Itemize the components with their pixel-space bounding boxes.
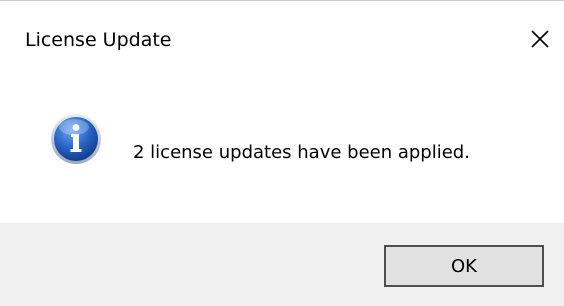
close-button[interactable] — [516, 16, 564, 60]
title-bar: License Update — [0, 0, 564, 80]
dialog-message: 2 license updates have been applied. — [133, 142, 470, 163]
information-icon — [51, 114, 101, 164]
close-icon — [531, 30, 549, 48]
license-update-dialog: License Update 2 license updates have be… — [0, 0, 564, 306]
ok-button[interactable]: OK — [384, 245, 544, 287]
dialog-footer: OK — [0, 223, 564, 306]
dialog-content: 2 license updates have been applied. — [0, 80, 564, 223]
dialog-title: License Update — [25, 29, 172, 51]
